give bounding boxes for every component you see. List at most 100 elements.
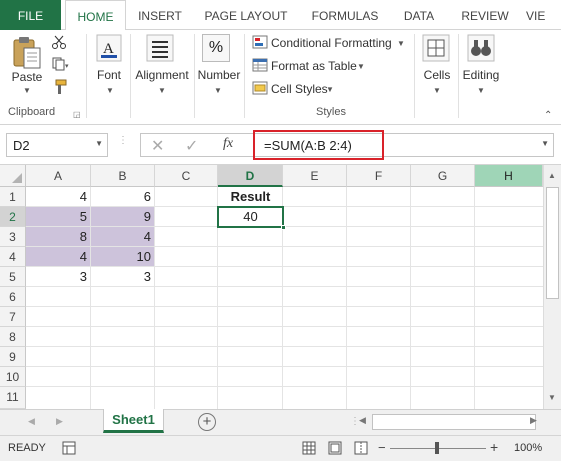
name-box[interactable]: D2 ▼ [6,133,108,157]
font-button[interactable]: Font [92,68,126,82]
vertical-scroll-thumb[interactable] [546,187,559,299]
font-icon[interactable]: A [96,34,122,65]
format-as-table-icon[interactable] [252,58,268,75]
cell-b5[interactable]: 3 [91,267,155,287]
enter-icon[interactable]: ✓ [185,136,198,156]
row-header-3[interactable]: 3 [0,227,26,247]
cell-a3[interactable]: 8 [26,227,91,247]
vertical-scrollbar[interactable]: ▲ ▼ [543,165,561,409]
tab-formulas[interactable]: FORMULAS [304,0,386,30]
row-header-4[interactable]: 4 [0,247,26,267]
insert-function-icon[interactable]: fx [223,136,233,152]
page-break-view-icon[interactable] [354,441,368,458]
cells-dropdown-icon[interactable]: ▼ [433,86,441,95]
row-header-8[interactable]: 8 [0,327,26,347]
column-header-a[interactable]: A [26,165,91,187]
name-box-dropdown-icon[interactable]: ▼ [95,139,103,148]
row-header-7[interactable]: 7 [0,307,26,327]
column-header-d[interactable]: D [218,165,283,187]
tab-data[interactable]: DATA [393,0,445,30]
column-header-f[interactable]: F [347,165,411,187]
cell-a1[interactable]: 4 [26,187,91,207]
column-header-h[interactable]: H [475,165,543,187]
alignment-icon[interactable] [146,34,174,65]
expand-formula-bar-icon[interactable]: ▼ [541,139,549,148]
new-sheet-icon[interactable]: + [198,413,216,431]
editing-button[interactable]: Editing [460,68,502,82]
row-header-2[interactable]: 2 [0,207,26,227]
row-header-1[interactable]: 1 [0,187,26,207]
sheet-tab-sheet1[interactable]: Sheet1 [103,409,164,433]
alignment-button[interactable]: Alignment [133,68,191,82]
row-header-6[interactable]: 6 [0,287,26,307]
sheet-prev-icon[interactable]: ◀ [28,416,35,427]
scroll-right-icon[interactable]: ▶ [530,415,537,426]
format-as-table-dropdown-icon[interactable]: ▼ [357,62,365,71]
cells-icon[interactable] [422,34,450,65]
tab-page-layout[interactable]: PAGE LAYOUT [196,0,296,30]
select-all-corner[interactable] [0,165,26,187]
format-painter-icon[interactable] [52,79,68,98]
column-header-g[interactable]: G [411,165,475,187]
page-layout-view-icon[interactable] [328,441,342,458]
cell-b4[interactable]: 10 [91,247,155,267]
row-header-11[interactable]: 11 [0,387,26,409]
paste-icon[interactable] [12,36,42,73]
worksheet-grid[interactable]: A B C D E F G H 1 2 3 4 5 6 7 8 9 10 11 … [0,165,543,409]
zoom-level[interactable]: 100% [514,442,542,454]
cell-b1[interactable]: 6 [91,187,155,207]
cell-b3[interactable]: 4 [91,227,155,247]
number-dropdown-icon[interactable]: ▼ [214,86,222,95]
cell-b2[interactable]: 9 [91,207,155,227]
zoom-slider-thumb[interactable] [435,442,439,454]
fill-handle[interactable] [281,225,286,230]
collapse-ribbon-icon[interactable]: ⌃ [544,110,552,121]
macro-record-icon[interactable] [62,441,76,458]
tab-review[interactable]: REVIEW [454,0,516,30]
row-header-9[interactable]: 9 [0,347,26,367]
conditional-formatting-button[interactable]: Conditional Formatting [271,36,392,50]
cut-icon[interactable] [52,35,66,52]
cell-a4[interactable]: 4 [26,247,91,267]
tab-insert[interactable]: INSERT [130,0,190,30]
column-header-e[interactable]: E [283,165,347,187]
tab-view[interactable]: VIE [526,0,561,30]
tab-home[interactable]: HOME [65,0,126,31]
grid-line [26,326,543,327]
sheet-next-icon[interactable]: ▶ [56,416,63,427]
conditional-formatting-icon[interactable] [252,35,268,52]
editing-binoculars-icon[interactable] [467,34,495,65]
column-header-b[interactable]: B [91,165,155,187]
editing-dropdown-icon[interactable]: ▼ [477,86,485,95]
paste-dropdown-icon[interactable]: ▼ [23,86,31,95]
format-as-table-button[interactable]: Format as Table [271,59,357,73]
row-header-5[interactable]: 5 [0,267,26,287]
zoom-out-icon[interactable]: − [378,440,386,455]
cell-styles-button[interactable]: Cell Styles [271,82,328,96]
font-dropdown-icon[interactable]: ▼ [106,86,114,95]
clipboard-launcher-icon[interactable]: ◲ [73,110,81,119]
scroll-up-icon[interactable]: ▲ [548,171,556,180]
horizontal-scroll-thumb[interactable] [372,414,536,430]
cell-styles-dropdown-icon[interactable]: ▼ [326,85,334,94]
cell-styles-icon[interactable] [252,81,268,98]
column-header-c[interactable]: C [155,165,218,187]
tab-file[interactable]: FILE [0,0,61,30]
normal-view-icon[interactable] [302,441,316,458]
number-button[interactable]: Number [196,68,242,82]
cell-a2[interactable]: 5 [26,207,91,227]
cell-a5[interactable]: 3 [26,267,91,287]
number-icon[interactable]: % [202,34,230,62]
cells-button[interactable]: Cells [418,68,456,82]
zoom-in-icon[interactable]: + [490,439,498,455]
active-cell-d2[interactable]: 40 [217,206,286,230]
scroll-down-icon[interactable]: ▼ [548,393,556,402]
copy-icon[interactable]: ▾ [52,57,70,74]
cell-d1[interactable]: Result [218,187,283,207]
scroll-left-icon[interactable]: ◀ [359,415,366,426]
conditional-formatting-dropdown-icon[interactable]: ▼ [397,39,405,48]
alignment-dropdown-icon[interactable]: ▼ [158,86,166,95]
cancel-icon[interactable]: ✕ [151,136,164,156]
paste-button[interactable]: Paste [10,70,44,84]
row-header-10[interactable]: 10 [0,367,26,387]
